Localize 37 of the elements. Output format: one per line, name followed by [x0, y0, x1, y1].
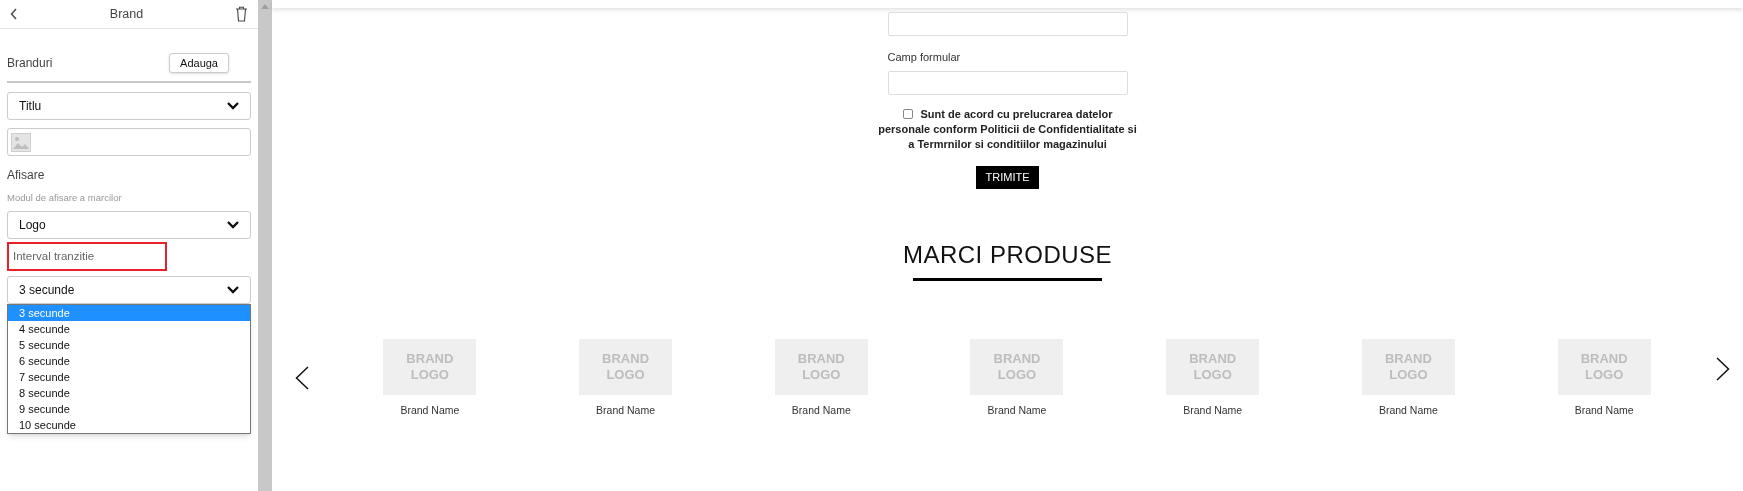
- consent-checkbox[interactable]: [902, 108, 913, 119]
- trash-icon[interactable]: [235, 6, 248, 22]
- interval-label: Interval tranzitie: [13, 249, 95, 265]
- field-label: Camp formular: [887, 50, 962, 65]
- chevron-down-icon: [227, 102, 239, 110]
- dropdown-option[interactable]: 5 secunde: [8, 337, 250, 354]
- dropdown-option[interactable]: 10 secunde: [8, 417, 250, 434]
- interval-select[interactable]: 3 secunde: [7, 276, 251, 305]
- brand-name: Brand Name: [596, 402, 656, 418]
- add-button[interactable]: Adauga: [169, 53, 229, 73]
- image-field[interactable]: [7, 128, 251, 156]
- chevron-down-icon: [227, 221, 239, 230]
- brand-name: Brand Name: [987, 402, 1047, 418]
- display-select[interactable]: Logo: [7, 211, 251, 240]
- consent-text: Sunt de acord cu prelucrarea datelor personale conform Politicii de Confidentialitate si a Termrnilor si conditiilor magazinului: [877, 106, 1138, 152]
- dropdown-option[interactable]: 6 secunde: [8, 353, 250, 370]
- brand-name: Brand Name: [791, 402, 851, 418]
- dropdown-option[interactable]: 9 secunde: [8, 401, 250, 418]
- form-input[interactable]: [887, 70, 1128, 95]
- back-icon[interactable]: [10, 8, 18, 20]
- dropdown-option[interactable]: 4 secunde: [8, 321, 250, 338]
- dropdown-option[interactable]: 7 secunde: [8, 369, 250, 386]
- form-input[interactable]: [887, 12, 1128, 36]
- image-icon: [11, 132, 31, 152]
- brand-name: Brand Name: [1378, 402, 1438, 418]
- panel-title: Brand: [109, 5, 144, 23]
- section-title: MARCI PRODUSE: [902, 240, 1113, 269]
- brand-name: Brand Name: [1574, 402, 1634, 418]
- brand-name: Brand Name: [1183, 402, 1243, 418]
- brands-label: Branduri: [7, 55, 53, 72]
- brand-name: Brand Name: [400, 402, 460, 418]
- display-label: Afisare: [7, 167, 46, 184]
- submit-button[interactable]: TRIMITE: [976, 165, 1039, 189]
- chevron-down-icon: [227, 286, 239, 295]
- display-hint: Modul de afisare a marcilor: [7, 191, 123, 205]
- dropdown-option[interactable]: 8 secunde: [8, 385, 250, 402]
- title-select[interactable]: Titlu: [7, 92, 251, 120]
